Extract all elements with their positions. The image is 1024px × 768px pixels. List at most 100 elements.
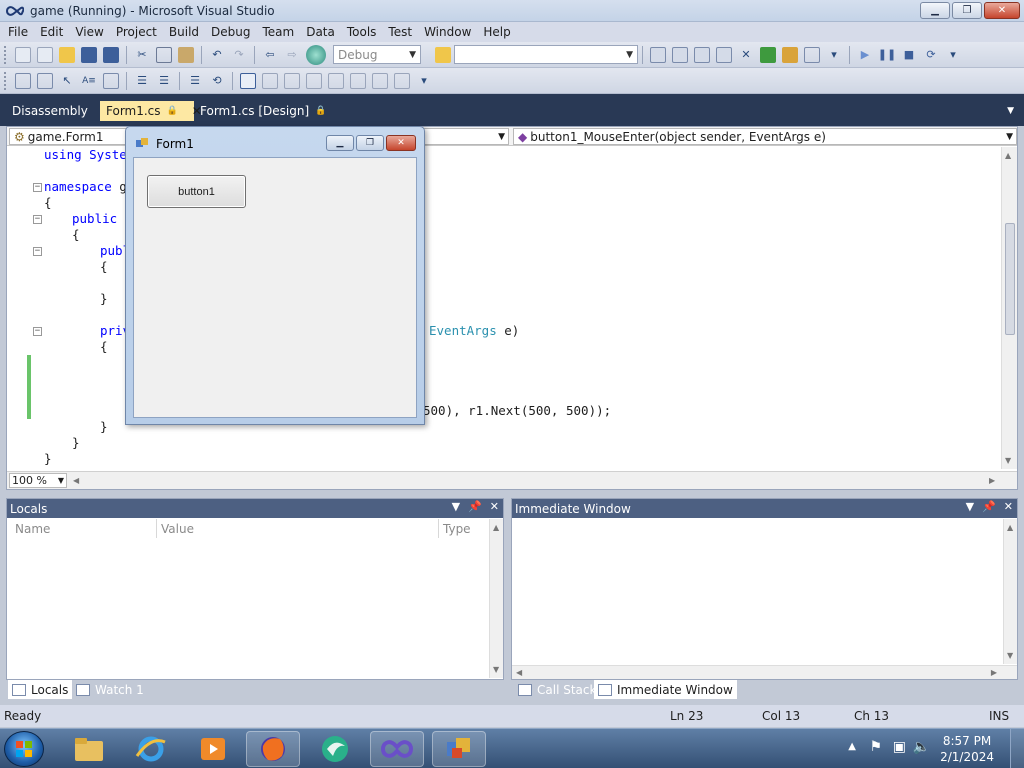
restart-icon[interactable]: ⟳ [923,47,939,63]
menu-view[interactable]: View [69,25,109,39]
immediate-input-area[interactable] [512,519,1003,664]
close-icon[interactable]: ✕ [1004,500,1013,513]
taskbar-visual-studio[interactable] [370,731,424,767]
scroll-down-icon[interactable]: ▼ [1007,651,1013,660]
taskbar-internet-explorer[interactable] [124,731,178,767]
decrease-indent-icon[interactable]: ☰ [134,73,150,89]
menu-tools[interactable]: Tools [341,25,383,39]
form1-maximize-button[interactable]: ❐ [356,135,384,151]
object-browser-icon[interactable] [694,46,710,63]
break-all-icon[interactable]: ❚❚ [878,47,896,63]
open-file-icon[interactable] [59,46,75,63]
close-icon[interactable]: ✕ [490,500,499,513]
form1-window[interactable]: Form1 ▁ ❐ ✕ button1 [125,126,425,425]
button1[interactable]: button1 [147,175,246,208]
previous-bookmark-in-document-icon[interactable] [350,72,366,89]
column-header-value[interactable]: Value [157,519,439,538]
uncomment-lines-icon[interactable]: ⟲ [209,73,225,89]
copy-icon[interactable] [156,46,172,63]
scroll-down-icon[interactable]: ▼ [493,665,499,674]
tab-watch1[interactable]: Watch 1 [72,680,148,699]
auto-hide-pin-icon[interactable]: 📌 [982,500,996,513]
toolbar-grip[interactable] [4,71,8,90]
paste-icon[interactable] [178,46,194,63]
window-position-icon[interactable]: ▼ [452,500,460,513]
scroll-up-icon[interactable]: ▲ [493,523,499,532]
tab-locals[interactable]: Locals [8,680,73,699]
member-combo[interactable]: ◆ button1_MouseEnter(object sender, Even… [513,128,1017,145]
next-bookmark-in-folder-icon[interactable] [328,72,344,89]
solution-configuration-select[interactable]: Debug ▼ [333,45,421,64]
network-icon[interactable]: ▣ [893,739,906,755]
display-word-completion-icon[interactable]: A≡ [81,73,97,89]
toolbar-grip[interactable] [4,45,8,64]
cut-icon[interactable]: ✂ [134,47,150,63]
outline-collapse-icon[interactable]: − [33,183,42,192]
outline-collapse-icon[interactable]: − [33,215,42,224]
outline-collapse-icon[interactable]: − [33,327,42,336]
new-project-icon[interactable] [15,46,31,63]
outline-collapse-icon[interactable]: − [33,247,42,256]
taskbar-media-player[interactable] [186,731,240,767]
find-in-files-icon[interactable] [435,46,451,63]
restore-button[interactable]: ❐ [952,2,982,19]
taskbar-explorer[interactable] [62,731,116,767]
locals-vertical-scrollbar[interactable]: ▲ ▼ [489,519,503,678]
start-button[interactable] [4,731,44,767]
start-debugging-icon[interactable]: ▶ [857,47,873,63]
menu-edit[interactable]: Edit [34,25,69,39]
taskbar-app-green[interactable] [308,731,362,767]
taskbar-firefox[interactable] [246,731,300,767]
tab-form1-design[interactable]: Form1.cs [Design] 🔒 [194,101,332,121]
close-button[interactable]: ✕ [984,2,1020,19]
menu-team[interactable]: Team [256,25,300,39]
menu-project[interactable]: Project [110,25,163,39]
toggle-bookmark-icon[interactable] [240,72,256,89]
redo-icon[interactable]: ↷ [231,47,247,63]
extension-manager-icon[interactable]: ✕ [738,47,754,63]
start-page-icon[interactable] [760,46,776,63]
scroll-right-icon[interactable]: ▶ [989,476,995,485]
column-header-type[interactable]: Type [439,519,489,538]
display-object-member-list-icon[interactable] [15,72,31,89]
scroll-up-icon[interactable]: ▲ [1007,523,1013,532]
toolbox-icon[interactable] [716,46,732,63]
scroll-down-icon[interactable]: ▼ [1005,456,1011,465]
stop-debugging-icon[interactable]: ■ [901,47,917,63]
command-window-icon[interactable] [804,46,820,63]
menu-window[interactable]: Window [418,25,477,39]
auto-hide-pin-icon[interactable]: 📌 [468,500,482,513]
volume-muted-icon[interactable]: 🔈 [913,739,930,755]
menu-data[interactable]: Data [300,25,341,39]
menu-help[interactable]: Help [477,25,516,39]
next-bookmark-icon[interactable] [284,72,300,89]
increase-indent-icon[interactable]: ☰ [156,73,172,89]
display-parameter-info-icon[interactable] [37,72,53,89]
scroll-up-icon[interactable]: ▲ [1005,151,1011,160]
action-center-flag-icon[interactable]: ⚑ [869,739,882,755]
taskbar-game-app[interactable] [432,731,486,767]
tab-call-stack[interactable]: Call Stack [514,680,600,699]
window-position-icon[interactable]: ▼ [966,500,974,513]
team-explorer-icon[interactable] [782,46,798,63]
continue-debug-icon[interactable] [306,44,326,65]
navigate-backward-icon[interactable]: ⇦ [262,47,278,63]
properties-icon[interactable] [672,46,688,63]
immediate-horizontal-scrollbar[interactable]: ◀ ▶ [512,665,1017,679]
scroll-thumb[interactable] [1005,223,1015,335]
immediate-vertical-scrollbar[interactable]: ▲ ▼ [1003,519,1017,664]
comment-lines-icon[interactable]: ☰ [187,73,203,89]
active-files-dropdown-icon[interactable]: ▼ [1007,106,1014,116]
scroll-left-icon[interactable]: ◀ [73,476,79,485]
clear-bookmarks-icon[interactable] [394,72,410,89]
save-icon[interactable] [81,46,97,63]
find-combo[interactable]: ▼ [454,45,638,64]
save-all-icon[interactable] [103,46,119,63]
tab-form1-cs[interactable]: Form1.cs 🔒 ✕ [100,101,202,121]
tab-immediate-window[interactable]: Immediate Window [594,680,737,699]
show-desktop-button[interactable] [1010,729,1024,768]
show-hidden-icons-icon[interactable]: ▲ [848,741,856,752]
menu-debug[interactable]: Debug [205,25,256,39]
solution-explorer-icon[interactable] [650,46,666,63]
column-header-name[interactable]: Name [11,519,157,538]
